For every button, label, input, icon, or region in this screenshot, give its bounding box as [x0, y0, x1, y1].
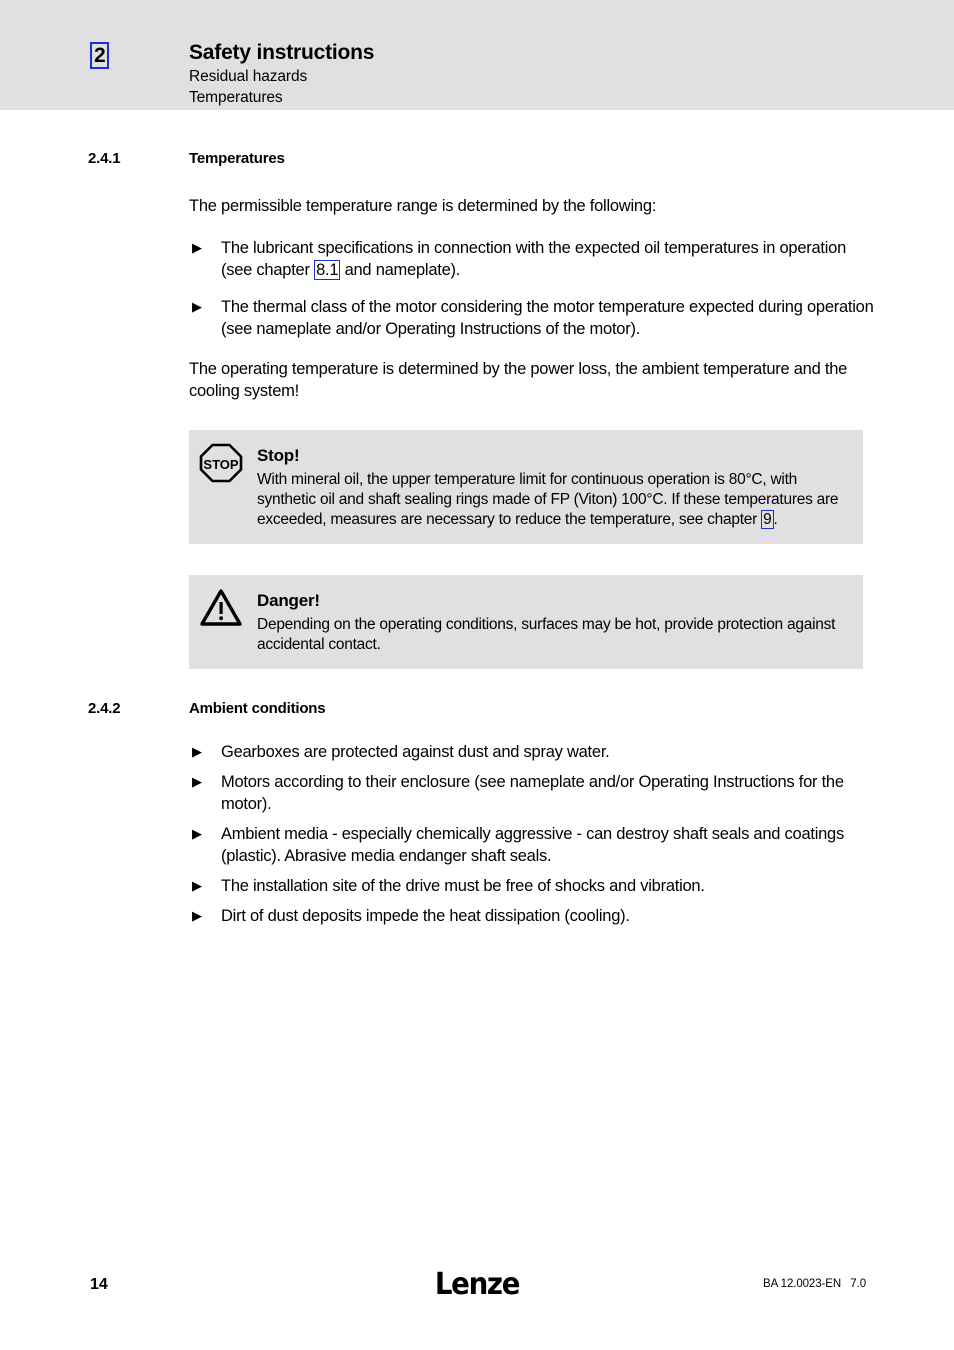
header-chapter-number-xref[interactable]: 2 — [90, 42, 110, 69]
bullet-marker-icon: ▶ — [192, 826, 202, 841]
chapter-xref-9[interactable]: 9 — [761, 510, 774, 529]
section-temperatures: 2.4.1 Temperatures The permissible tempe… — [0, 110, 954, 402]
list-item: ▶ Ambient media - especially chemically a… — [189, 823, 874, 867]
section-number: 2.4.1 — [88, 150, 121, 167]
svg-text:STOP: STOP — [203, 457, 238, 472]
bullet-text: Dirt of dust deposits impede the heat di… — [221, 907, 630, 925]
list-item: ▶ Motors according to their enclosure (se… — [189, 771, 874, 815]
notice-body-text-before: With mineral oil, the upper temperature … — [257, 471, 839, 528]
temperature-bullet-list: ▶ The lubricant specifications in connect… — [189, 237, 874, 340]
header-subtitle-primary: Residual hazards — [189, 68, 308, 85]
page-header: 2 Safety instructions Residual hazards T… — [0, 0, 954, 110]
section-ambient-conditions: 2.4.2 Ambient conditions ▶ Gearboxes are … — [0, 669, 954, 927]
notice-title: Danger! — [257, 591, 320, 610]
list-item: ▶ The installation site of the drive must… — [189, 875, 874, 897]
closing-paragraph: The operating temperature is determined … — [189, 360, 848, 400]
section-title: Temperatures — [189, 150, 285, 167]
list-item: ▶ Gearboxes are protected against dust an… — [189, 741, 874, 763]
chapter-xref-81[interactable]: 8.1 — [314, 260, 341, 280]
section-heading-row: 2.4.2 Ambient conditions — [0, 700, 954, 718]
bullet-marker-icon: ▶ — [192, 774, 202, 789]
notice-body-text-after: . — [773, 511, 778, 528]
intro-paragraph: The permissible temperature range is det… — [189, 197, 657, 215]
bullet-marker-icon: ▶ — [192, 240, 202, 255]
bullet-marker-icon: ▶ — [192, 878, 202, 893]
page-footer: 14 Lenze BA 12.0023-EN 7.0 — [0, 1262, 954, 1302]
notice-box-stop: STOP Stop! With mineral oil, the upper t… — [189, 430, 863, 544]
section-number: 2.4.2 — [88, 700, 121, 717]
bullet-text: The thermal class of the motor consideri… — [221, 298, 874, 338]
stop-octagon-icon: STOP — [198, 442, 244, 484]
bullet-text: The installation site of the drive must … — [221, 877, 705, 895]
notice-title: Stop! — [257, 446, 300, 465]
bullet-text: Gearboxes are protected against dust and… — [221, 743, 610, 761]
list-item: ▶ The lubricant specifications in connect… — [189, 237, 874, 281]
document-id: BA 12.0023-EN 7.0 — [763, 1278, 866, 1290]
bullet-text: Ambient media - especially chemically ag… — [221, 825, 844, 865]
bullet-marker-icon: ▶ — [192, 299, 202, 314]
page-content: 2.4.1 Temperatures The permissible tempe… — [0, 110, 954, 927]
page-title: Safety instructions — [189, 41, 375, 64]
header-subtitle-secondary: Temperatures — [189, 89, 283, 106]
bullet-marker-icon: ▶ — [192, 908, 202, 923]
notice-body: Depending on the operating conditions, s… — [257, 616, 836, 653]
warning-triangle-icon — [198, 587, 244, 629]
notice-body: With mineral oil, the upper temperature … — [257, 470, 849, 530]
list-item: ▶ Dirt of dust deposits impede the heat d… — [189, 905, 874, 927]
ambient-bullet-list: ▶ Gearboxes are protected against dust an… — [189, 741, 874, 927]
notice-box-danger: Danger! Depending on the operating condi… — [189, 575, 863, 669]
list-item: ▶ The thermal class of the motor consider… — [189, 296, 874, 340]
bullet-marker-icon: ▶ — [192, 744, 202, 759]
section-heading-row: 2.4.1 Temperatures — [0, 150, 954, 168]
section-title: Ambient conditions — [189, 700, 326, 717]
bullet-text-after: and nameplate). — [340, 261, 461, 279]
bullet-text: Motors according to their enclosure (see… — [221, 773, 844, 813]
header-text-block: Safety instructions Residual hazards Tem… — [189, 40, 374, 108]
